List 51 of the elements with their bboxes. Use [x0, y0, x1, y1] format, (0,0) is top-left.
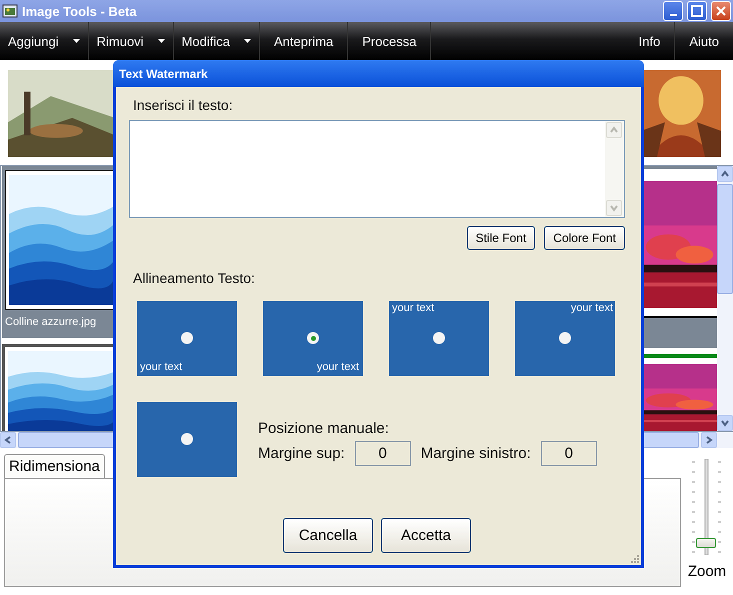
- tab[interactable]: Ridimensiona: [4, 454, 105, 478]
- scroll-right-button[interactable]: [701, 432, 717, 448]
- field-label: Inserisci il testo:: [133, 97, 233, 113]
- alignment-tile[interactable]: your text: [137, 301, 237, 376]
- font-button[interactable]: Colore Font: [544, 226, 625, 250]
- section-label: Allineamento Testo:: [133, 270, 255, 286]
- section-label: Posizione manuale:: [258, 420, 390, 437]
- close-icon: [716, 6, 726, 16]
- scroll-down-button[interactable]: [717, 415, 733, 431]
- radio-button[interactable]: [181, 332, 193, 344]
- radio-button[interactable]: [559, 332, 571, 344]
- scroll-thumb[interactable]: [717, 184, 733, 294]
- resize-grip-icon[interactable]: [629, 553, 639, 563]
- caret-icon: [72, 39, 80, 43]
- radio-button[interactable]: [433, 332, 445, 344]
- number-field[interactable]: 0: [540, 441, 597, 466]
- minimize-icon: [670, 14, 676, 16]
- scroll-up-button[interactable]: [717, 166, 733, 182]
- number-field[interactable]: 0: [354, 441, 411, 466]
- font-button[interactable]: Stile Font: [466, 226, 536, 250]
- dialog-button[interactable]: Cancella: [283, 518, 373, 553]
- dialog-button[interactable]: Accetta: [381, 518, 471, 553]
- vertical-scrollbar[interactable]: [717, 166, 733, 431]
- menu-item[interactable]: Aiuto: [675, 22, 733, 60]
- sample-text: your text: [570, 302, 613, 314]
- minimize-button[interactable]: [663, 1, 683, 21]
- window-title: Image Tools - Beta: [22, 4, 138, 18]
- maximize-button[interactable]: [687, 1, 707, 21]
- field-label: Margine sinistro:: [420, 445, 531, 462]
- maximize-icon: [691, 5, 703, 17]
- app-icon: [2, 4, 18, 18]
- field-label: Margine sup:: [258, 445, 345, 462]
- zoom-label: Zoom: [688, 563, 726, 580]
- caret-icon: [244, 39, 251, 43]
- alignment-tile[interactable]: your text: [263, 301, 363, 376]
- file-name: Colline azzurre.jpg: [5, 316, 96, 328]
- slider-thumb[interactable]: [696, 538, 716, 548]
- sample-text: your text: [316, 361, 359, 373]
- sample-text: your text: [140, 361, 182, 373]
- alignment-tile[interactable]: your text: [515, 301, 615, 376]
- scroll-left-button[interactable]: [0, 432, 16, 448]
- close-button[interactable]: [711, 1, 731, 21]
- menu-item[interactable]: Aggiungi: [0, 22, 89, 60]
- dialog-title: Text Watermark: [119, 66, 208, 80]
- caret-icon: [158, 39, 165, 43]
- thumbnail-card[interactable]: Colline azzurre.jpg: [2, 166, 115, 338]
- radio-button[interactable]: [307, 332, 319, 344]
- sample-text: your text: [392, 302, 434, 314]
- alignment-tile[interactable]: [137, 402, 237, 477]
- radio-button[interactable]: [181, 433, 193, 445]
- alignment-tile[interactable]: your text: [389, 301, 489, 376]
